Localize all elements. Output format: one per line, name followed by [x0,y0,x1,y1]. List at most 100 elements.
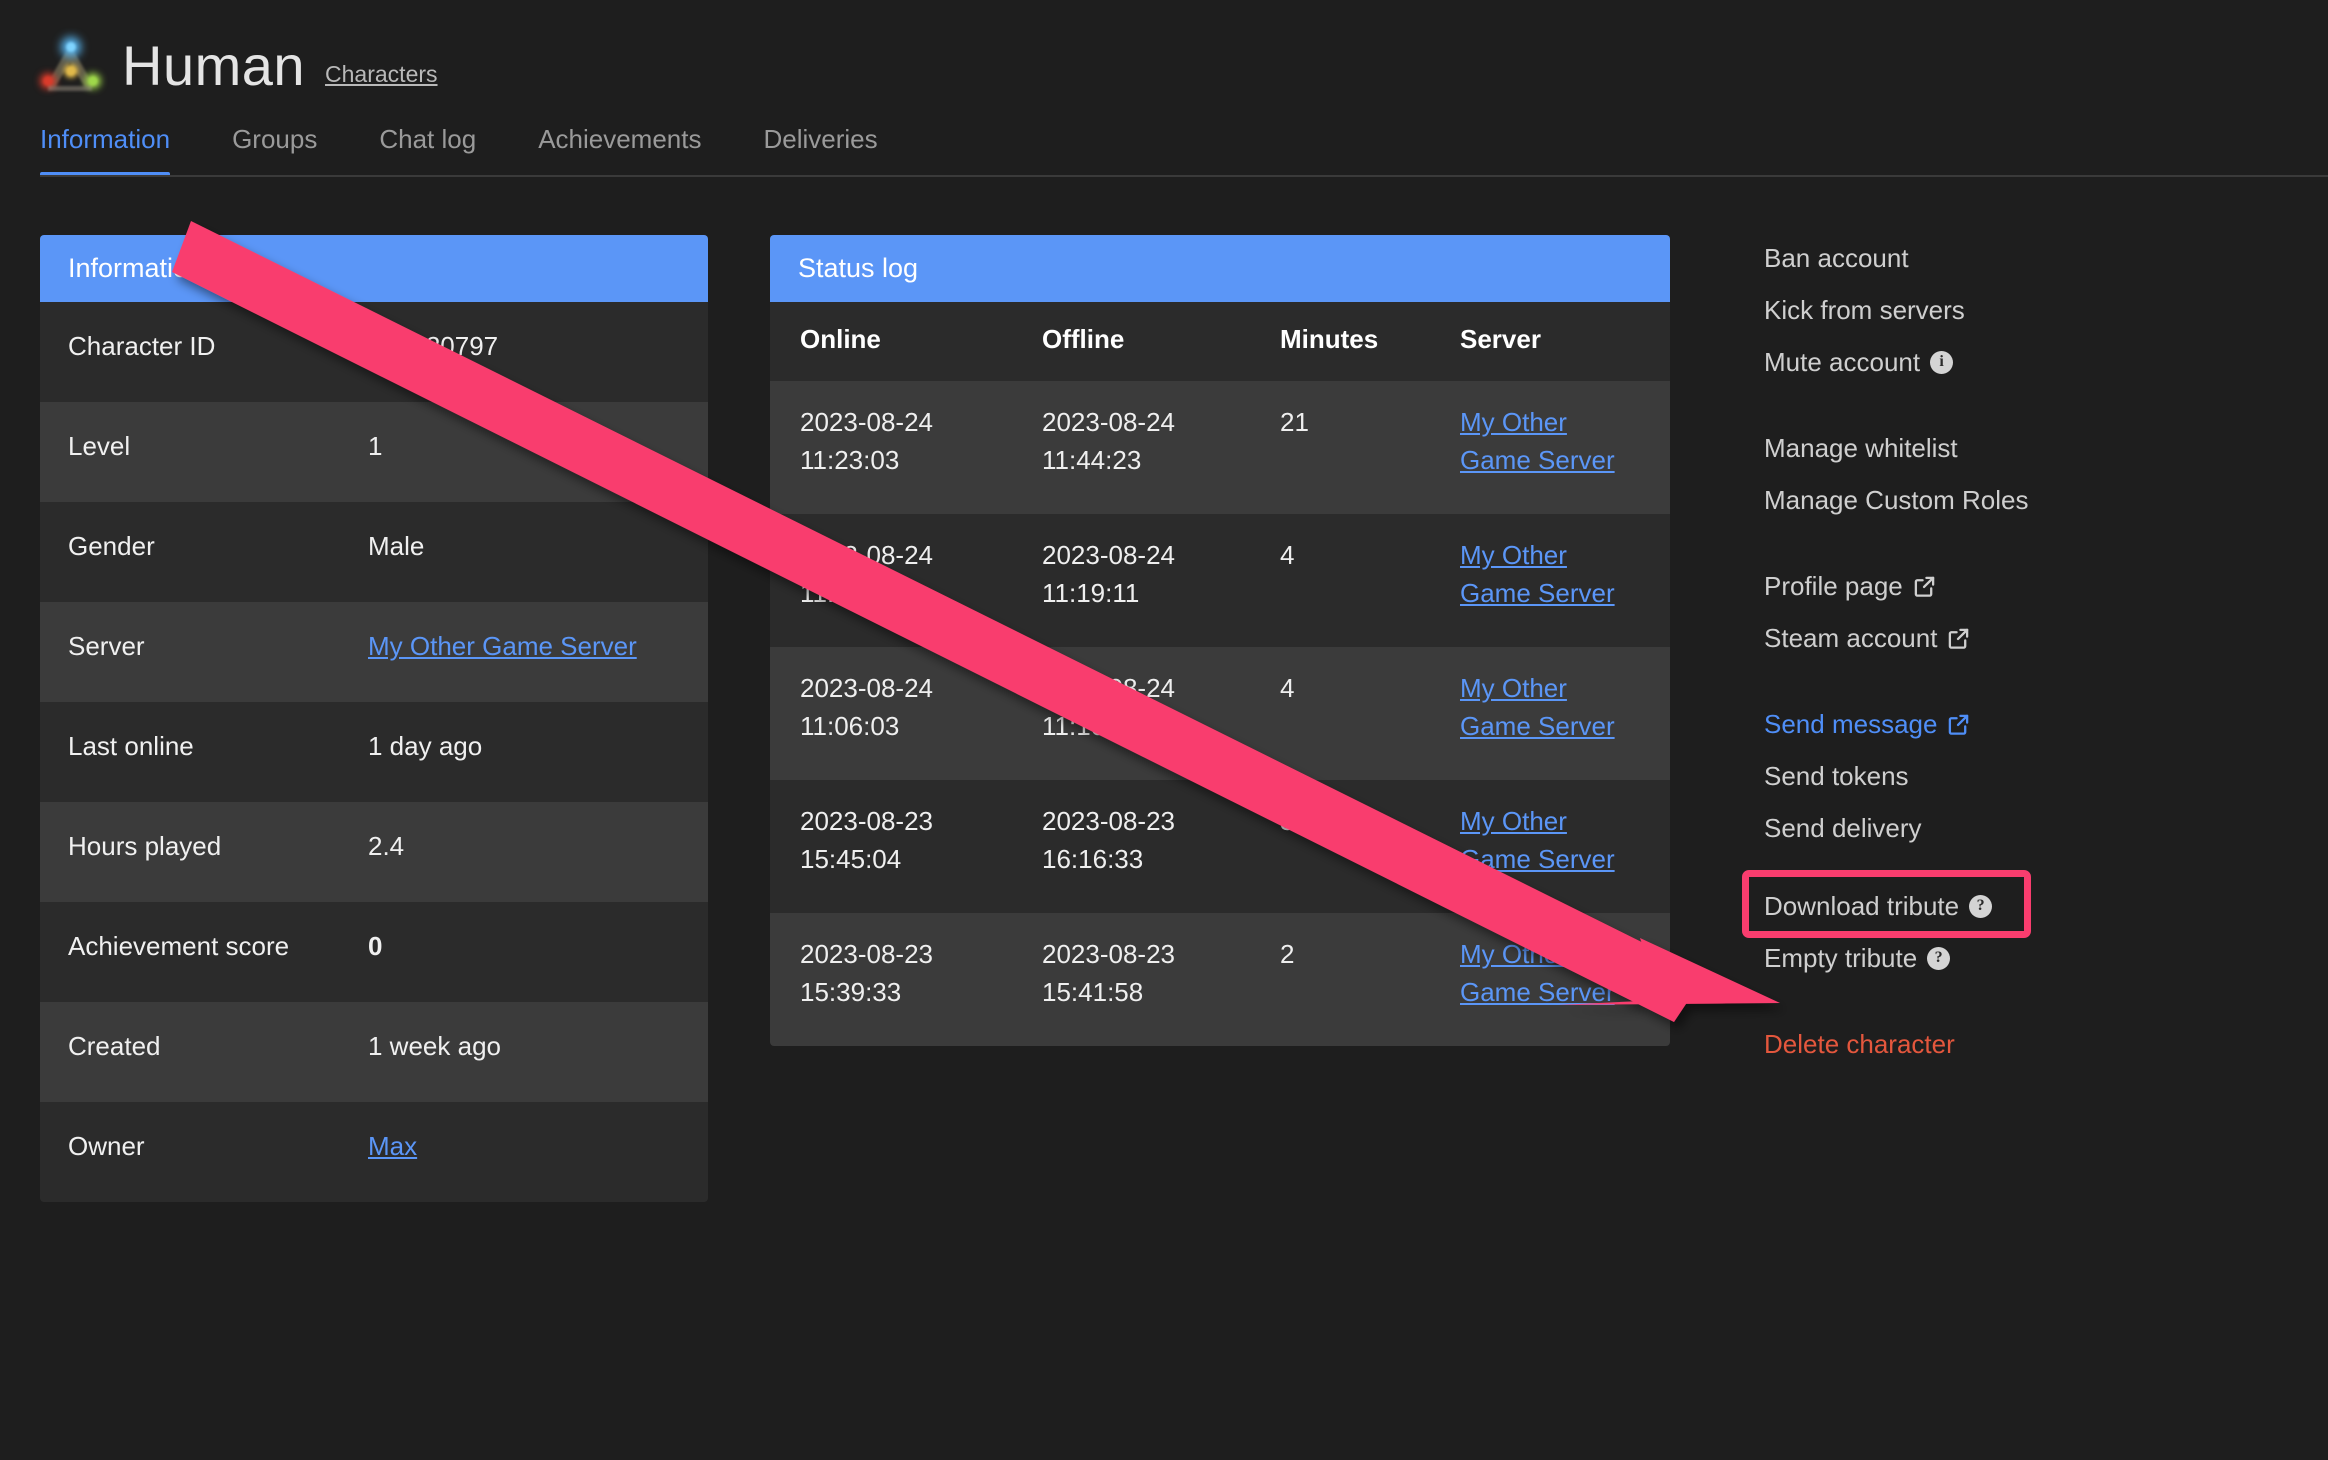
kick-from-servers-label: Kick from servers [1764,295,1965,325]
profile-page-action[interactable]: Profile page [1764,573,2224,625]
row-label: Gender [68,531,155,561]
minutes-value: 4 [1280,539,1295,570]
minutes-value: 4 [1280,672,1295,703]
tab-chat-log[interactable]: Chat log [379,124,476,177]
row-label: Owner [68,1131,145,1161]
external-link-icon [1947,627,1970,650]
send-message-label: Send message [1764,709,1938,739]
page-title: Human [122,33,306,97]
offline-time: 15:41:58 [1042,977,1144,1008]
offline-date: 2023-08-24 [1042,407,1175,437]
server-link[interactable]: My Other Game Server [1460,540,1615,608]
online-date: 2023-08-24 [800,672,933,703]
online-time: 15:45:04 [800,844,902,875]
page-header: Human Characters [0,0,2328,104]
table-row: Level 1 [40,402,708,502]
send-tokens-label: Send tokens [1764,761,1909,791]
offline-time: 11:19:11 [1042,578,1140,609]
table-row: 2023-08-24 11:06:03 2023-08-24 11:10:54 4 … [770,646,1670,780]
manage-whitelist-label: Manage whitelist [1764,433,1958,463]
online-date: 2023-08-24 [800,539,933,570]
row-value: 755920797 [368,331,499,361]
table-row: 2023-08-23 15:39:33 2023-08-23 15:41:58 2 … [770,912,1670,1046]
table-row: 2023-08-24 11:23:03 2023-08-24 11:44:23 21… [770,381,1670,514]
external-link-icon [1913,575,1936,598]
steam-account-action[interactable]: Steam account [1764,625,2224,677]
row-value: 2.4 [368,831,405,861]
information-card: Information Character ID 755920797 Level… [40,235,708,1202]
online-time: 11:23:03 [800,445,900,476]
column-header-offline: Offline [1042,324,1125,354]
manage-whitelist-action[interactable]: Manage whitelist [1764,435,2224,487]
server-link[interactable]: My Other Game Server [1460,806,1615,874]
help-icon[interactable]: ? [1927,946,1951,970]
table-row: Last online 1 day ago [40,702,708,802]
kick-from-servers-action[interactable]: Kick from servers [1764,297,2224,349]
server-link[interactable]: My Other Game Server [368,631,637,661]
status-log-card-title: Status log [770,235,1670,302]
row-value: 1 week ago [368,1031,501,1061]
delete-character-action[interactable]: Delete character [1764,1031,2224,1083]
row-label: Level [68,431,131,461]
row-value: 1 day ago [368,731,483,761]
mute-account-action[interactable]: Mute account i [1764,349,2224,401]
page-root: Human Characters Information Groups Chat… [0,0,2328,1460]
mute-account-label: Mute account [1764,347,1921,377]
server-link[interactable]: My Other Game Server [1460,407,1615,475]
table-row: Owner Max [40,1102,708,1202]
table-header-row: Online Offline Minutes Server [770,302,1670,381]
steam-account-label: Steam account [1764,623,1938,653]
row-label: Hours played [68,831,222,861]
offline-date: 2023-08-24 [1042,539,1175,570]
send-tokens-action[interactable]: Send tokens [1764,763,2224,815]
table-row: Gender Male [40,502,708,602]
offline-time: 16:16:33 [1042,844,1144,875]
offline-time: 11:10:54 [1042,711,1142,742]
online-time: 15:39:33 [800,977,902,1008]
download-tribute-action[interactable]: Download tribute ? [1764,893,1993,945]
empty-tribute-label: Empty tribute [1764,943,1918,973]
actions-panel: Ban account Kick from servers Mute accou… [1742,235,2224,1083]
tab-bar-divider [40,175,2328,177]
online-date: 2023-08-23 [800,805,933,836]
send-message-action[interactable]: Send message [1764,711,2224,763]
server-link[interactable]: My Other Game Server [1460,939,1615,1007]
row-label: Character ID [68,331,216,361]
tab-deliveries[interactable]: Deliveries [764,124,878,177]
help-icon[interactable]: ? [1969,894,1993,918]
table-row: Created 1 week ago [40,1002,708,1102]
manage-custom-roles-action[interactable]: Manage Custom Roles [1764,487,2224,539]
online-date: 2023-08-23 [800,938,933,969]
info-icon[interactable]: i [1930,350,1954,374]
tab-achievements[interactable]: Achievements [538,124,701,177]
tab-information[interactable]: Information [40,124,171,177]
row-value: 1 [368,431,383,461]
row-value: Male [368,531,425,561]
send-delivery-action[interactable]: Send delivery [1764,815,2224,867]
ark-logo-icon [40,36,102,94]
manage-custom-roles-label: Manage Custom Roles [1764,485,2029,515]
online-time: 11:06:03 [800,711,900,742]
send-delivery-label: Send delivery [1764,813,1922,843]
column-header-online: Online [800,324,881,354]
row-label: Achievement score [68,931,290,961]
column-header-minutes: Minutes [1280,324,1379,354]
empty-tribute-action[interactable]: Empty tribute ? [1764,945,2224,997]
minutes-value: 21 [1280,407,1309,437]
status-log-card: Status log Online Offline Minutes Server… [770,235,1670,1046]
owner-link[interactable]: Max [368,1131,417,1161]
row-label: Created [68,1031,161,1061]
download-tribute-highlight-wrap: Download tribute ? [1742,870,2031,945]
online-time: 11:14:33 [800,578,900,609]
information-card-title: Information [40,235,708,302]
table-row: Hours played 2.4 [40,802,708,902]
breadcrumb[interactable]: Characters [325,61,437,88]
server-link[interactable]: My Other Game Server [1460,673,1615,741]
ban-account-label: Ban account [1764,243,1909,273]
minutes-value: 31 [1280,805,1309,836]
ban-account-action[interactable]: Ban account [1764,245,2224,297]
table-row: Character ID 755920797 [40,302,708,402]
tab-groups[interactable]: Groups [232,124,317,177]
row-label: Server [68,631,145,661]
offline-date: 2023-08-23 [1042,938,1175,969]
